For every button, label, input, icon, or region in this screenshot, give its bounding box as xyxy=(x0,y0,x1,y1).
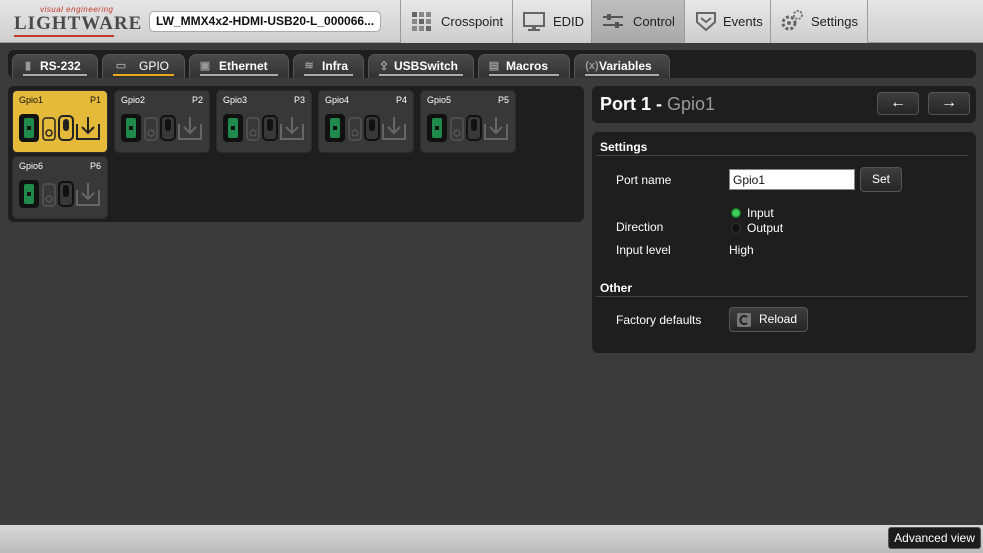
nav-tab-control[interactable]: Control xyxy=(591,0,684,43)
logo-name: LIGHTWARE xyxy=(14,13,143,34)
subtab-underline xyxy=(23,74,87,76)
gpio-port-number: P6 xyxy=(89,161,101,171)
gpio-name: Gpio5 xyxy=(427,95,452,105)
gpio-name: Gpio6 xyxy=(19,161,44,171)
input-level-label: Input level xyxy=(616,243,671,257)
gpio-state-icon xyxy=(19,114,100,142)
settings-section-title: Settings xyxy=(600,140,648,154)
port-name-label: Port name xyxy=(616,173,672,187)
subtab-variables[interactable]: (x) Variables xyxy=(574,54,670,78)
settings-panel: Settings Port name Set Input Direction O… xyxy=(592,132,976,353)
top-bar: visual engineering LIGHTWARE LW_MMX4x2-H… xyxy=(0,0,983,43)
port-subtitle: Gpio1 xyxy=(667,94,716,114)
crosspoint-icon xyxy=(412,12,431,31)
gpio-state-icon xyxy=(19,180,100,208)
previous-port-button[interactable]: ← xyxy=(877,92,919,115)
gpio-card-p1[interactable]: Gpio1 P1 xyxy=(12,90,108,153)
gpio-port-number: P5 xyxy=(497,95,509,105)
sliders-icon xyxy=(603,14,623,28)
port-name-input[interactable] xyxy=(729,169,855,190)
subtab-underline xyxy=(489,74,559,76)
serial-icon: ▮ xyxy=(24,60,32,72)
logo-underline xyxy=(14,35,114,37)
subtab-gpio[interactable]: ▭ GPIO xyxy=(102,54,185,78)
port-title-separator: - xyxy=(651,94,668,114)
gpio-card-p3[interactable]: Gpio3 P3 xyxy=(216,90,312,153)
nav-tab-label: EDID xyxy=(553,14,585,29)
arrow-left-icon: ← xyxy=(890,94,906,111)
radio-input[interactable] xyxy=(731,208,741,218)
gpio-card-p6[interactable]: Gpio6 P6 xyxy=(12,156,108,219)
subtab-underline xyxy=(113,74,174,76)
nav-tab-label: Settings xyxy=(811,14,858,29)
gpio-state-icon xyxy=(427,114,508,142)
nav-tab-label: Crosspoint xyxy=(441,14,504,29)
factory-defaults-label: Factory defaults xyxy=(616,313,702,327)
monitor-icon xyxy=(523,12,545,31)
reload-button[interactable]: Reload xyxy=(729,307,808,332)
subtab-underline xyxy=(585,74,659,76)
events-icon xyxy=(696,12,716,32)
gpio-state-icon xyxy=(325,114,406,142)
gpio-icon: ▭ xyxy=(115,60,127,72)
gpio-state-icon xyxy=(121,114,202,142)
section-divider xyxy=(596,296,968,297)
direction-label: Direction xyxy=(616,220,664,234)
input-level-value: High xyxy=(729,243,754,257)
nav-tab-settings[interactable]: Settings xyxy=(770,0,868,43)
subtab-underline xyxy=(200,74,278,76)
arrow-right-icon: → xyxy=(941,94,957,111)
subtab-underline xyxy=(304,74,353,76)
port-header: Port 1 - Gpio1 ← → xyxy=(592,86,976,123)
gpio-card-p2[interactable]: Gpio2 P2 xyxy=(114,90,210,153)
nav-tab-crosspoint[interactable]: Crosspoint xyxy=(400,0,512,43)
section-divider xyxy=(596,155,968,156)
subtab-bar: ▮ RS-232 ▭ GPIO ▣ Ethernet ≋ Infra ⚴ USB… xyxy=(8,50,976,78)
gpio-port-number: P2 xyxy=(191,95,203,105)
lightware-logo: visual engineering LIGHTWARE xyxy=(12,5,141,37)
reload-label: Reload xyxy=(759,312,798,326)
bottom-bar: Advanced view xyxy=(0,525,983,553)
gpio-port-number: P1 xyxy=(89,95,101,105)
gpio-state-icon xyxy=(223,114,304,142)
nav-tab-edid[interactable]: EDID xyxy=(512,0,591,43)
gears-icon xyxy=(781,10,803,31)
set-button[interactable]: Set xyxy=(860,167,902,192)
radio-output-label: Output xyxy=(747,221,784,235)
gpio-port-number: P3 xyxy=(293,95,305,105)
gpio-name: Gpio4 xyxy=(325,95,350,105)
radio-input-label: Input xyxy=(747,206,774,220)
subtab-macros[interactable]: ▤ Macros xyxy=(478,54,570,78)
gpio-port-number: P4 xyxy=(395,95,407,105)
subtab-underline xyxy=(379,74,463,76)
gpio-name: Gpio1 xyxy=(19,95,44,105)
infrared-icon: ≋ xyxy=(304,60,314,72)
nav-tab-label: Events xyxy=(723,14,763,29)
usb-icon: ⚴ xyxy=(379,60,389,72)
port-title: Port 1 - Gpio1 xyxy=(600,94,715,115)
nav-tab-label: Control xyxy=(633,14,675,29)
subtab-ethernet[interactable]: ▣ Ethernet xyxy=(189,54,289,78)
radio-output[interactable] xyxy=(731,223,741,233)
subtab-rs232[interactable]: ▮ RS-232 xyxy=(12,54,98,78)
next-port-button[interactable]: → xyxy=(928,92,970,115)
reload-icon xyxy=(737,313,751,327)
ethernet-icon: ▣ xyxy=(199,60,211,72)
gpio-name: Gpio3 xyxy=(223,95,248,105)
nav-tab-events[interactable]: Events xyxy=(684,0,770,43)
gpio-name: Gpio2 xyxy=(121,95,146,105)
document-icon: ▤ xyxy=(488,60,500,72)
subtab-infra[interactable]: ≋ Infra xyxy=(293,54,364,78)
gpio-card-p4[interactable]: Gpio4 P4 xyxy=(318,90,414,153)
gpio-card-p5[interactable]: Gpio5 P5 xyxy=(420,90,516,153)
port-number-title: Port 1 xyxy=(600,94,652,114)
device-name-field[interactable]: LW_MMX4x2-HDMI-USB20-L_000066... xyxy=(149,11,381,32)
other-section-title: Other xyxy=(600,281,633,295)
gpio-port-grid: Gpio1 P1 Gpio2 P2 Gpio3 P3 Gpio4 P4 Gpio… xyxy=(8,86,584,222)
advanced-view-button[interactable]: Advanced view xyxy=(888,527,981,549)
subtab-usbswitch[interactable]: ⚴ USBSwitch xyxy=(368,54,474,78)
